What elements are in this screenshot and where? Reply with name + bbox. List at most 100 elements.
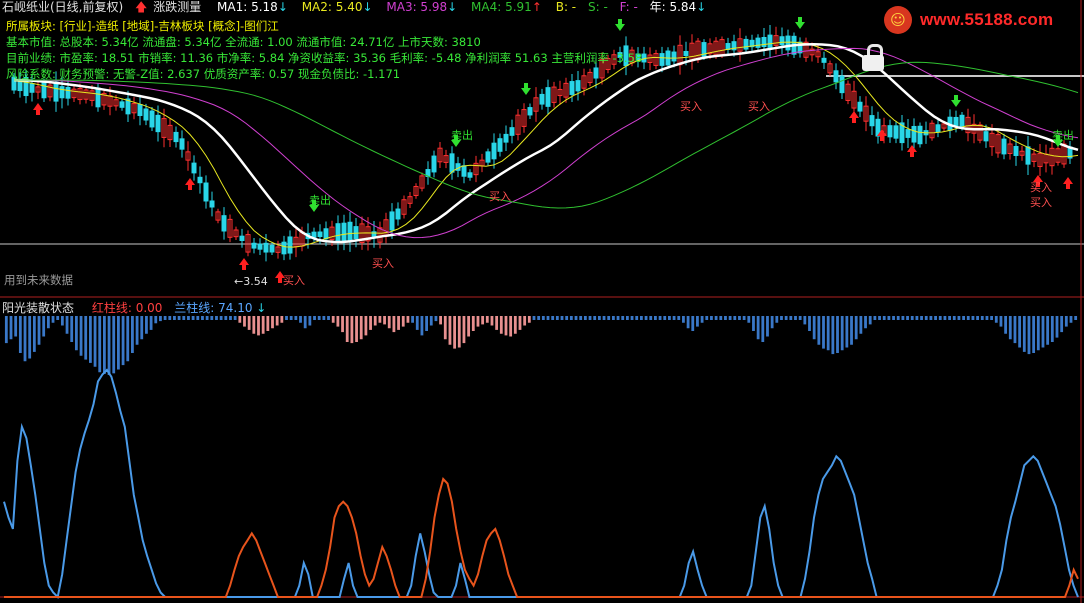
buy-arrow-icon — [33, 103, 43, 115]
indicator-name[interactable]: 涨跌测量 — [153, 0, 201, 14]
candle-body — [857, 101, 863, 112]
buy-signal-label: 买入 — [372, 257, 394, 270]
candle-body — [821, 57, 827, 63]
logo-url: www.55188.com — [920, 10, 1054, 29]
candle-body — [503, 133, 509, 143]
candle-body — [239, 235, 245, 242]
info-line-market-value: 基本市值: 总股本: 5.34亿 流通盘: 5.34亿 全流通: 1.00 流通… — [6, 35, 481, 49]
candle-body — [449, 153, 455, 173]
stock-name[interactable]: 石岘纸业(日线,前复权) — [2, 0, 123, 14]
candle-body — [263, 242, 269, 253]
candle-body — [311, 231, 317, 238]
lock-icon[interactable] — [860, 44, 886, 72]
candle-body — [1025, 146, 1031, 165]
b-value: B: - — [555, 0, 577, 14]
candle-body — [893, 125, 899, 139]
year-value: 年: 5.84 — [649, 0, 697, 14]
site-logo[interactable]: ☺ www.55188.com — [884, 6, 1080, 34]
buy-signal-label: 买入 — [283, 274, 305, 287]
buy-arrow-icon — [239, 258, 249, 270]
candle-body — [221, 215, 227, 232]
logo-badge-icon: ☺ — [884, 6, 912, 34]
candle-body — [593, 67, 599, 79]
buy-arrow-icon — [849, 111, 859, 123]
f-value: F: - — [619, 0, 638, 14]
candle-body — [251, 242, 257, 249]
candle-body — [659, 53, 665, 66]
candle-body — [983, 131, 989, 142]
candle-body — [671, 51, 677, 62]
s-value: S: - — [587, 0, 608, 14]
candle-body — [785, 35, 791, 51]
candle-body — [887, 125, 893, 138]
info-line-risk: 风险系数: 财务预警: 无警-Z值: 2.637 优质资产率: 0.57 现金负… — [6, 67, 401, 81]
candle-body — [839, 75, 845, 94]
candle-body — [569, 81, 575, 95]
candle-body — [269, 244, 275, 253]
indicator-title[interactable]: 阳光装散状态 — [2, 301, 74, 315]
candle-body — [137, 103, 143, 117]
candle-body — [287, 236, 293, 254]
candle-body — [257, 243, 263, 250]
buy-signal-label: 买入 — [680, 100, 702, 113]
candle-body — [53, 81, 59, 102]
candle-body — [485, 151, 491, 163]
candle-body — [149, 110, 155, 128]
candle-body — [323, 228, 329, 240]
candle-body — [509, 127, 515, 136]
candle-body — [209, 200, 215, 208]
candle-body — [869, 115, 875, 127]
series-line-blue — [3, 368, 1079, 600]
title-bar: 石岘纸业(日线,前复权) 🡅 涨跌测量 MA1: 5.18↓ MA2: 5.40… — [2, 0, 707, 14]
sell-signal-label: 卖出 — [309, 194, 331, 207]
candle-body — [575, 80, 581, 92]
candle-body — [143, 108, 149, 121]
candle-body — [491, 142, 497, 160]
candle-body — [65, 86, 71, 99]
buy-signal-label: 买入 — [1030, 181, 1052, 194]
buy-signal-label: 买入 — [748, 100, 770, 113]
candle-body — [389, 211, 395, 231]
series-line-red — [4, 477, 1079, 598]
sell-arrow-icon — [615, 19, 625, 31]
candle-body — [95, 87, 101, 108]
candle-body — [395, 208, 401, 220]
sell-signal-label: 卖出 — [451, 129, 473, 142]
ma2-value: MA2: 5.40 — [301, 0, 363, 14]
candle-body — [431, 155, 437, 173]
candle-body — [155, 114, 161, 133]
candle-body — [1013, 146, 1019, 156]
candle-body — [119, 101, 125, 108]
ma1-value: MA1: 5.18 — [217, 0, 278, 14]
blue-line-value: 兰柱线: 74.10 — [174, 301, 253, 315]
ma3-value: MA3: 5.98 — [386, 0, 448, 14]
candle-body — [743, 38, 749, 50]
candle-body — [173, 131, 179, 143]
candle-body — [527, 107, 533, 116]
candle-body — [539, 93, 545, 105]
candle-body — [545, 87, 551, 107]
sell-arrow-icon — [521, 83, 531, 95]
candle-body — [497, 138, 503, 152]
candle-body — [683, 50, 689, 57]
candle-body — [767, 34, 773, 48]
future-data-note: 用到未来数据 — [4, 273, 73, 287]
candle-body — [317, 231, 323, 237]
candle-body — [905, 129, 911, 138]
sell-arrow-icon — [795, 17, 805, 29]
candle-body — [917, 125, 923, 145]
candle-body — [353, 226, 359, 240]
indicator-bars — [4, 316, 1078, 375]
candle-body — [197, 176, 203, 184]
candle-body — [179, 138, 185, 150]
sell-arrow-icon — [951, 95, 961, 107]
candle-body — [29, 83, 35, 93]
red-up-arrow-icon: 🡅 — [135, 0, 148, 14]
sell-signal-label: 卖出 — [1052, 129, 1074, 142]
buy-signal-label: 买入 — [489, 190, 511, 203]
candle-body — [935, 124, 941, 133]
candle-body — [911, 125, 917, 143]
indicator-lines — [3, 368, 1079, 600]
candle-body — [341, 222, 347, 243]
candle-body — [779, 36, 785, 46]
